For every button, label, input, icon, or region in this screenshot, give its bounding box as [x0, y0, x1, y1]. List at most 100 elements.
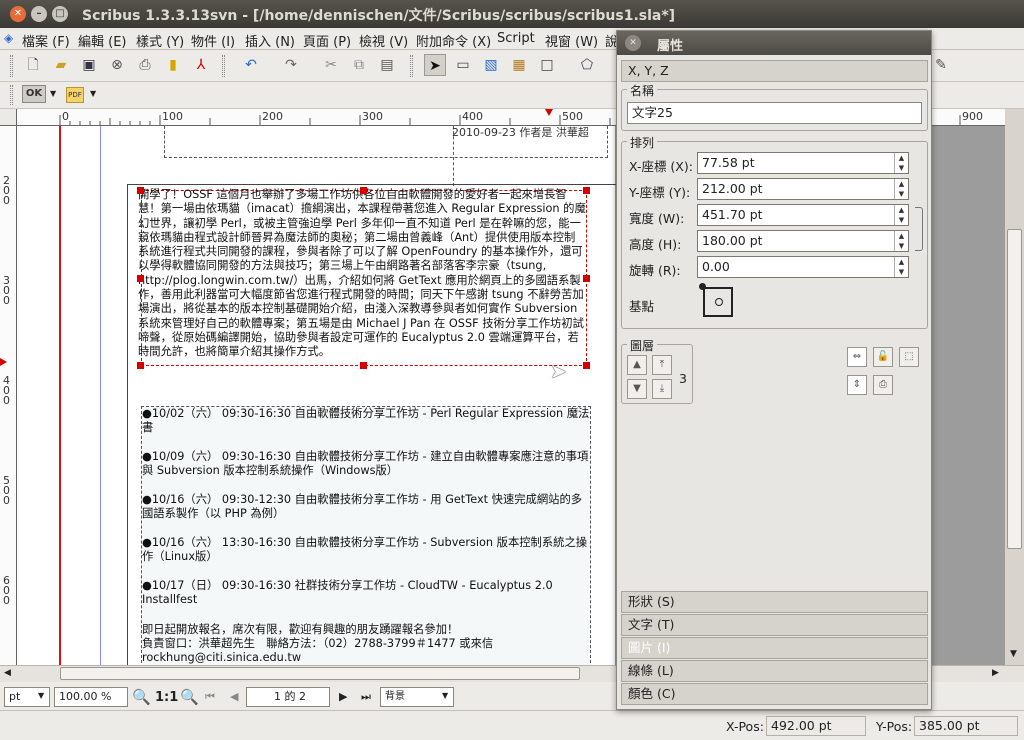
- selection-handle[interactable]: [583, 362, 590, 369]
- basepoint-selector-icon[interactable]: [699, 283, 733, 317]
- last-page-icon[interactable]: ⏭: [361, 690, 371, 704]
- pdf-annotation-button[interactable]: PDF: [66, 87, 84, 103]
- layer-up-icon[interactable]: ▲: [627, 355, 647, 375]
- toolbar-grip[interactable]: [10, 55, 13, 77]
- flip-vertical-icon[interactable]: ⇕: [847, 375, 867, 395]
- menu-page[interactable]: 頁面 (P): [303, 31, 351, 50]
- layer-top-icon[interactable]: ⤒: [652, 355, 672, 375]
- cut-icon[interactable]: ✂: [320, 54, 342, 76]
- menu-windows[interactable]: 視窗 (W): [545, 31, 598, 50]
- zoom-in-icon[interactable]: 🔍: [180, 688, 199, 706]
- basepoint-radio[interactable]: [699, 283, 706, 290]
- menu-insert[interactable]: 插入 (N): [245, 31, 295, 50]
- y-input[interactable]: 212.00 pt ▲ ▼: [697, 178, 909, 200]
- save-icon[interactable]: ▣: [78, 54, 100, 76]
- print-icon[interactable]: ⎙: [134, 54, 156, 76]
- tab-line[interactable]: 線條 (L): [621, 660, 928, 682]
- tab-shape[interactable]: 形狀 (S): [621, 591, 928, 613]
- rotation-input[interactable]: 0.00 ▲ ▼: [697, 256, 909, 278]
- scroll-left-icon[interactable]: ◀: [4, 668, 11, 678]
- tab-colors[interactable]: 顏色 (C): [621, 683, 928, 705]
- text-frame-icon[interactable]: ▭: [452, 54, 474, 76]
- tab-text[interactable]: 文字 (T): [621, 614, 928, 636]
- close-document-icon[interactable]: ⊗: [106, 54, 128, 76]
- menu-view[interactable]: 檢視 (V): [359, 31, 408, 50]
- minimize-window-icon[interactable]: –: [31, 6, 47, 22]
- paste-icon[interactable]: ▤: [376, 54, 398, 76]
- selection-handle[interactable]: [360, 187, 367, 194]
- menu-style[interactable]: 樣式 (Y): [136, 31, 184, 50]
- redo-icon[interactable]: ↷: [280, 54, 302, 76]
- vertical-scroll-thumb[interactable]: [1007, 229, 1022, 549]
- undo-icon[interactable]: ↶: [240, 54, 262, 76]
- table-icon[interactable]: ▦: [508, 54, 530, 76]
- basepoint-radio[interactable]: [715, 298, 723, 306]
- menu-file[interactable]: 檔案 (F): [22, 31, 70, 50]
- width-input[interactable]: 451.70 pt ▲ ▼: [697, 204, 909, 226]
- spinner-arrows-icon[interactable]: ▲ ▼: [894, 257, 908, 277]
- selected-text-frame[interactable]: 開學了！OSSF 這個月也舉辦了多場工作坊供各位自由軟體開發的愛好者一起來增長智…: [138, 188, 587, 366]
- polygon-icon[interactable]: ⬠: [576, 54, 598, 76]
- selection-handle[interactable]: [137, 187, 144, 194]
- pdf-ok-button[interactable]: OK: [22, 85, 46, 103]
- eyedropper-icon[interactable]: ✎: [930, 54, 952, 76]
- zoom-out-icon[interactable]: 🔍: [132, 688, 151, 706]
- lock-icon[interactable]: 🔓: [873, 347, 893, 367]
- close-window-icon[interactable]: ✕: [10, 6, 26, 22]
- horizontal-scroll-thumb[interactable]: [60, 667, 580, 680]
- tab-xyz[interactable]: X, Y, Z: [621, 60, 928, 82]
- chevron-down-icon[interactable]: ▼: [90, 89, 96, 98]
- export-pdf-icon[interactable]: ⅄: [190, 54, 212, 76]
- select-tool-icon[interactable]: ➤: [424, 54, 446, 76]
- prev-page-icon[interactable]: ◀: [230, 690, 238, 703]
- selection-handle[interactable]: [583, 275, 590, 282]
- new-document-icon[interactable]: 🗋: [22, 54, 44, 76]
- first-page-icon[interactable]: ⏮: [205, 690, 215, 704]
- events-text-frame[interactable]: ●10/02（六） 09:30-16:30 自由軟體技術分享工作坊 - Perl…: [141, 406, 591, 668]
- flip-horizontal-icon[interactable]: ⇔: [847, 347, 867, 367]
- layer-bottom-icon[interactable]: ⤓: [652, 379, 672, 399]
- spinner-arrows-icon[interactable]: ▲ ▼: [894, 153, 908, 173]
- maximize-window-icon[interactable]: □: [52, 6, 68, 22]
- menu-edit[interactable]: 編輯 (E): [78, 31, 127, 50]
- size-lock-icon[interactable]: ⬚: [899, 347, 919, 367]
- chevron-down-icon[interactable]: ▼: [50, 89, 56, 98]
- selection-handle[interactable]: [137, 362, 144, 369]
- spinner-arrows-icon[interactable]: ▲ ▼: [894, 179, 908, 199]
- keep-ratio-chain-icon[interactable]: [915, 207, 923, 251]
- spinner-arrows-icon[interactable]: ▲ ▼: [894, 205, 908, 225]
- copy-icon[interactable]: ⧉: [348, 54, 370, 76]
- menu-script[interactable]: Script: [497, 31, 535, 46]
- vertical-ruler[interactable]: 200 300 400 500 600: [0, 126, 17, 666]
- page-select[interactable]: 1 的 2: [246, 687, 330, 707]
- height-input[interactable]: 180.00 pt ▲ ▼: [697, 230, 909, 252]
- name-input[interactable]: 文字25: [627, 102, 922, 124]
- menu-item[interactable]: 物件 (I): [191, 31, 235, 50]
- zoom-actual-button[interactable]: 1:1: [155, 690, 178, 705]
- layer-down-icon[interactable]: ▼: [627, 379, 647, 399]
- toolbar-grip[interactable]: [222, 55, 225, 77]
- printing-enabled-icon[interactable]: ⎙: [873, 375, 893, 395]
- toolbar-grip[interactable]: [10, 85, 13, 105]
- image-frame-icon[interactable]: ▧: [480, 54, 502, 76]
- y-value: 212.00 pt: [702, 181, 763, 196]
- scroll-down-icon[interactable]: ▼: [1010, 649, 1017, 659]
- open-document-icon[interactable]: ▰: [50, 54, 72, 76]
- selection-handle[interactable]: [360, 362, 367, 369]
- ruler-corner[interactable]: [0, 109, 17, 126]
- menu-extras[interactable]: 附加命令 (X): [416, 31, 491, 50]
- document-page[interactable]: 2010-09-23 作者是 洪華超 開學了！OSSF 這個月也舉辦了多場工作坊…: [17, 126, 627, 668]
- preflight-icon[interactable]: ▮: [162, 54, 184, 76]
- close-palette-icon[interactable]: ✕: [625, 35, 641, 51]
- shape-icon[interactable]: □: [536, 54, 558, 76]
- spinner-arrows-icon[interactable]: ▲ ▼: [894, 231, 908, 251]
- scroll-right-icon[interactable]: ▶: [992, 668, 999, 678]
- next-page-icon[interactable]: ▶: [339, 690, 347, 703]
- selection-handle[interactable]: [137, 275, 144, 282]
- toolbar-grip[interactable]: [410, 55, 413, 77]
- zoom-input[interactable]: 100.00 %: [54, 687, 128, 707]
- palette-title-bar[interactable]: ✕ 屬性: [617, 31, 931, 55]
- selection-handle[interactable]: [583, 187, 590, 194]
- x-input[interactable]: 77.58 pt ▲ ▼: [697, 152, 909, 174]
- vertical-scrollbar[interactable]: ▼: [1005, 109, 1024, 665]
